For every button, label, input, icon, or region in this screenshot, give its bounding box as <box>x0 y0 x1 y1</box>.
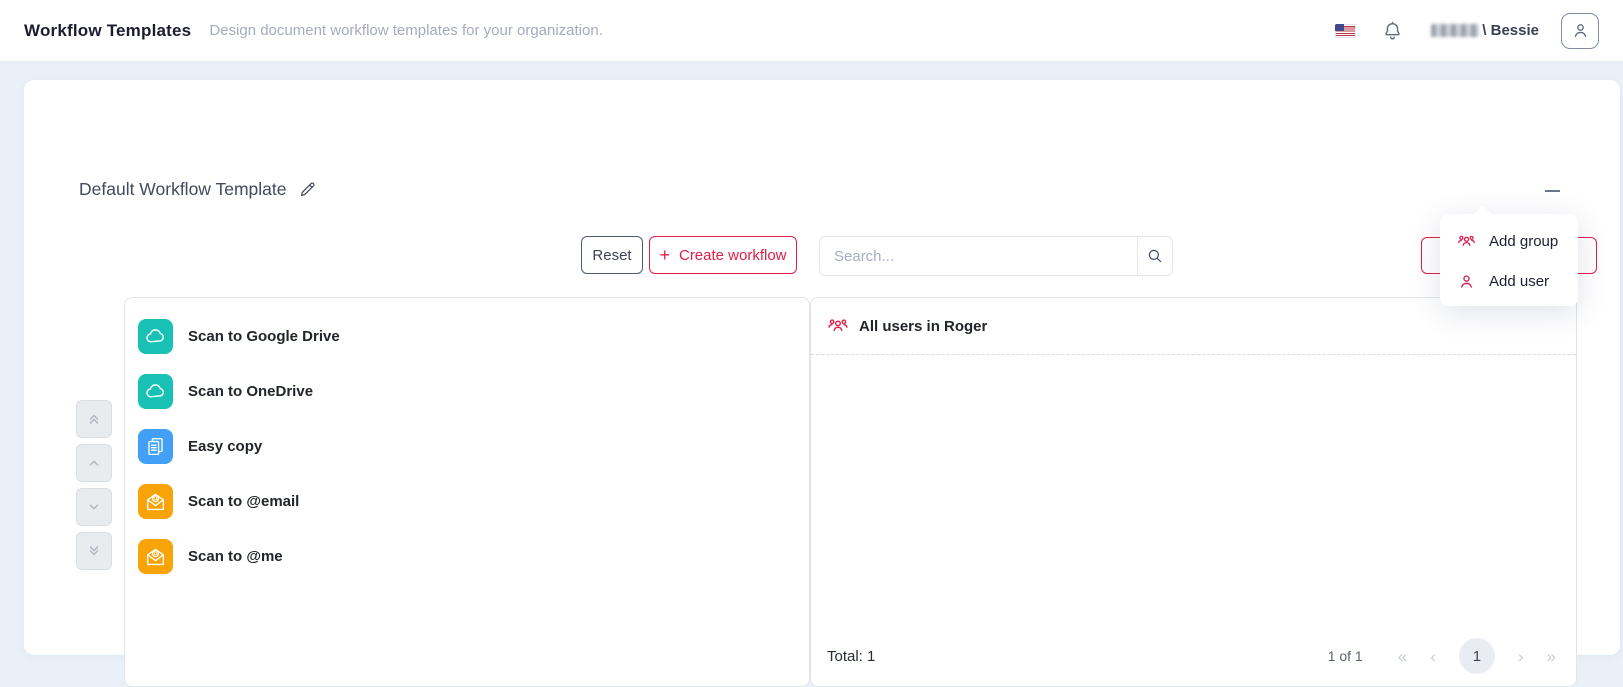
page-title: Workflow Templates <box>24 21 191 41</box>
language-flag-icon[interactable] <box>1335 24 1356 38</box>
workflow-row-scan-to-me[interactable]: @ Scan to @me <box>138 529 809 584</box>
cloud-icon <box>138 374 173 409</box>
template-title: Default Workflow Template <box>79 179 287 200</box>
search-group <box>819 236 1173 276</box>
page-subtitle: Design document workflow templates for y… <box>209 22 603 39</box>
add-user-icon <box>1457 272 1476 291</box>
chevron-up-icon <box>87 456 101 470</box>
create-workflow-button[interactable]: + Create workflow <box>649 236 797 274</box>
member-row-all-users[interactable]: All users in Roger <box>811 298 1576 355</box>
menu-item-add-user[interactable]: Add user <box>1440 261 1578 301</box>
top-header: Workflow Templates Design document workf… <box>0 0 1623 62</box>
move-top-button[interactable] <box>76 400 112 438</box>
search-button[interactable] <box>1137 236 1173 276</box>
pagination: 1 of 1 « ‹ 1 › » <box>1328 638 1556 674</box>
members-panel: All users in Roger Total: 1 1 of 1 « ‹ 1… <box>810 297 1577 687</box>
workflow-list-panel: Scan to Google Drive Scan to OneDrive Ea… <box>124 297 810 687</box>
menu-item-label: Add user <box>1489 273 1549 290</box>
workflow-row-easy-copy[interactable]: Easy copy <box>138 419 809 474</box>
chevron-down-icon <box>87 500 101 514</box>
notifications-bell-icon[interactable] <box>1382 20 1403 41</box>
current-page-button[interactable]: 1 <box>1459 638 1495 674</box>
user-group-icon <box>827 315 849 337</box>
reset-button[interactable]: Reset <box>581 236 643 274</box>
double-chevron-up-icon <box>87 412 101 426</box>
add-group-icon <box>1457 232 1476 251</box>
member-group-label: All users in Roger <box>859 318 987 335</box>
total-count-label: Total: 1 <box>827 648 875 665</box>
workflow-label: Scan to @email <box>188 493 299 510</box>
first-page-icon[interactable]: « <box>1398 648 1407 665</box>
svg-text:@: @ <box>152 552 158 558</box>
redacted-tenant-name <box>1431 24 1479 37</box>
topbar-actions: \ Bessie <box>1335 13 1599 49</box>
add-members-dropdown-menu: Add group Add user <box>1440 214 1578 306</box>
double-chevron-down-icon <box>87 544 101 558</box>
email-at-icon: @ <box>138 484 173 519</box>
next-page-icon[interactable]: › <box>1518 648 1524 665</box>
workflow-row-onedrive[interactable]: Scan to OneDrive <box>138 364 809 419</box>
workflow-label: Scan to @me <box>188 548 283 565</box>
members-footer: Total: 1 1 of 1 « ‹ 1 › » <box>811 638 1576 674</box>
workflow-label: Scan to Google Drive <box>188 328 340 345</box>
cloud-icon <box>138 319 173 354</box>
workflow-row-google-drive[interactable]: Scan to Google Drive <box>138 309 809 364</box>
last-page-icon[interactable]: » <box>1547 648 1556 665</box>
page-range-label: 1 of 1 <box>1328 648 1363 664</box>
username-label: \ Bessie <box>1482 22 1539 39</box>
create-workflow-label: Create workflow <box>679 247 787 264</box>
search-icon <box>1146 247 1164 265</box>
workflow-template-card: Default Workflow Template Reset + Create… <box>24 80 1620 655</box>
move-down-button[interactable] <box>76 488 112 526</box>
search-input[interactable] <box>819 236 1137 276</box>
svg-text:@: @ <box>152 497 158 503</box>
menu-item-label: Add group <box>1489 233 1558 250</box>
workflow-row-scan-to-email[interactable]: @ Scan to @email <box>138 474 809 529</box>
workflow-label: Scan to OneDrive <box>188 383 313 400</box>
move-up-button[interactable] <box>76 444 112 482</box>
workflow-label: Easy copy <box>188 438 262 455</box>
plus-icon: + <box>659 246 670 264</box>
move-bottom-button[interactable] <box>76 532 112 570</box>
logged-in-user: \ Bessie <box>1431 22 1539 39</box>
copy-pages-icon <box>138 429 173 464</box>
card-title-row: Default Workflow Template <box>79 179 317 200</box>
reorder-arrow-stack <box>76 400 112 570</box>
menu-item-add-group[interactable]: Add group <box>1440 221 1578 261</box>
edit-title-pencil-icon[interactable] <box>298 180 317 199</box>
user-menu-button[interactable] <box>1561 13 1599 49</box>
collapse-card-button[interactable] <box>1545 190 1560 192</box>
prev-page-icon[interactable]: ‹ <box>1430 648 1436 665</box>
email-at-icon: @ <box>138 539 173 574</box>
